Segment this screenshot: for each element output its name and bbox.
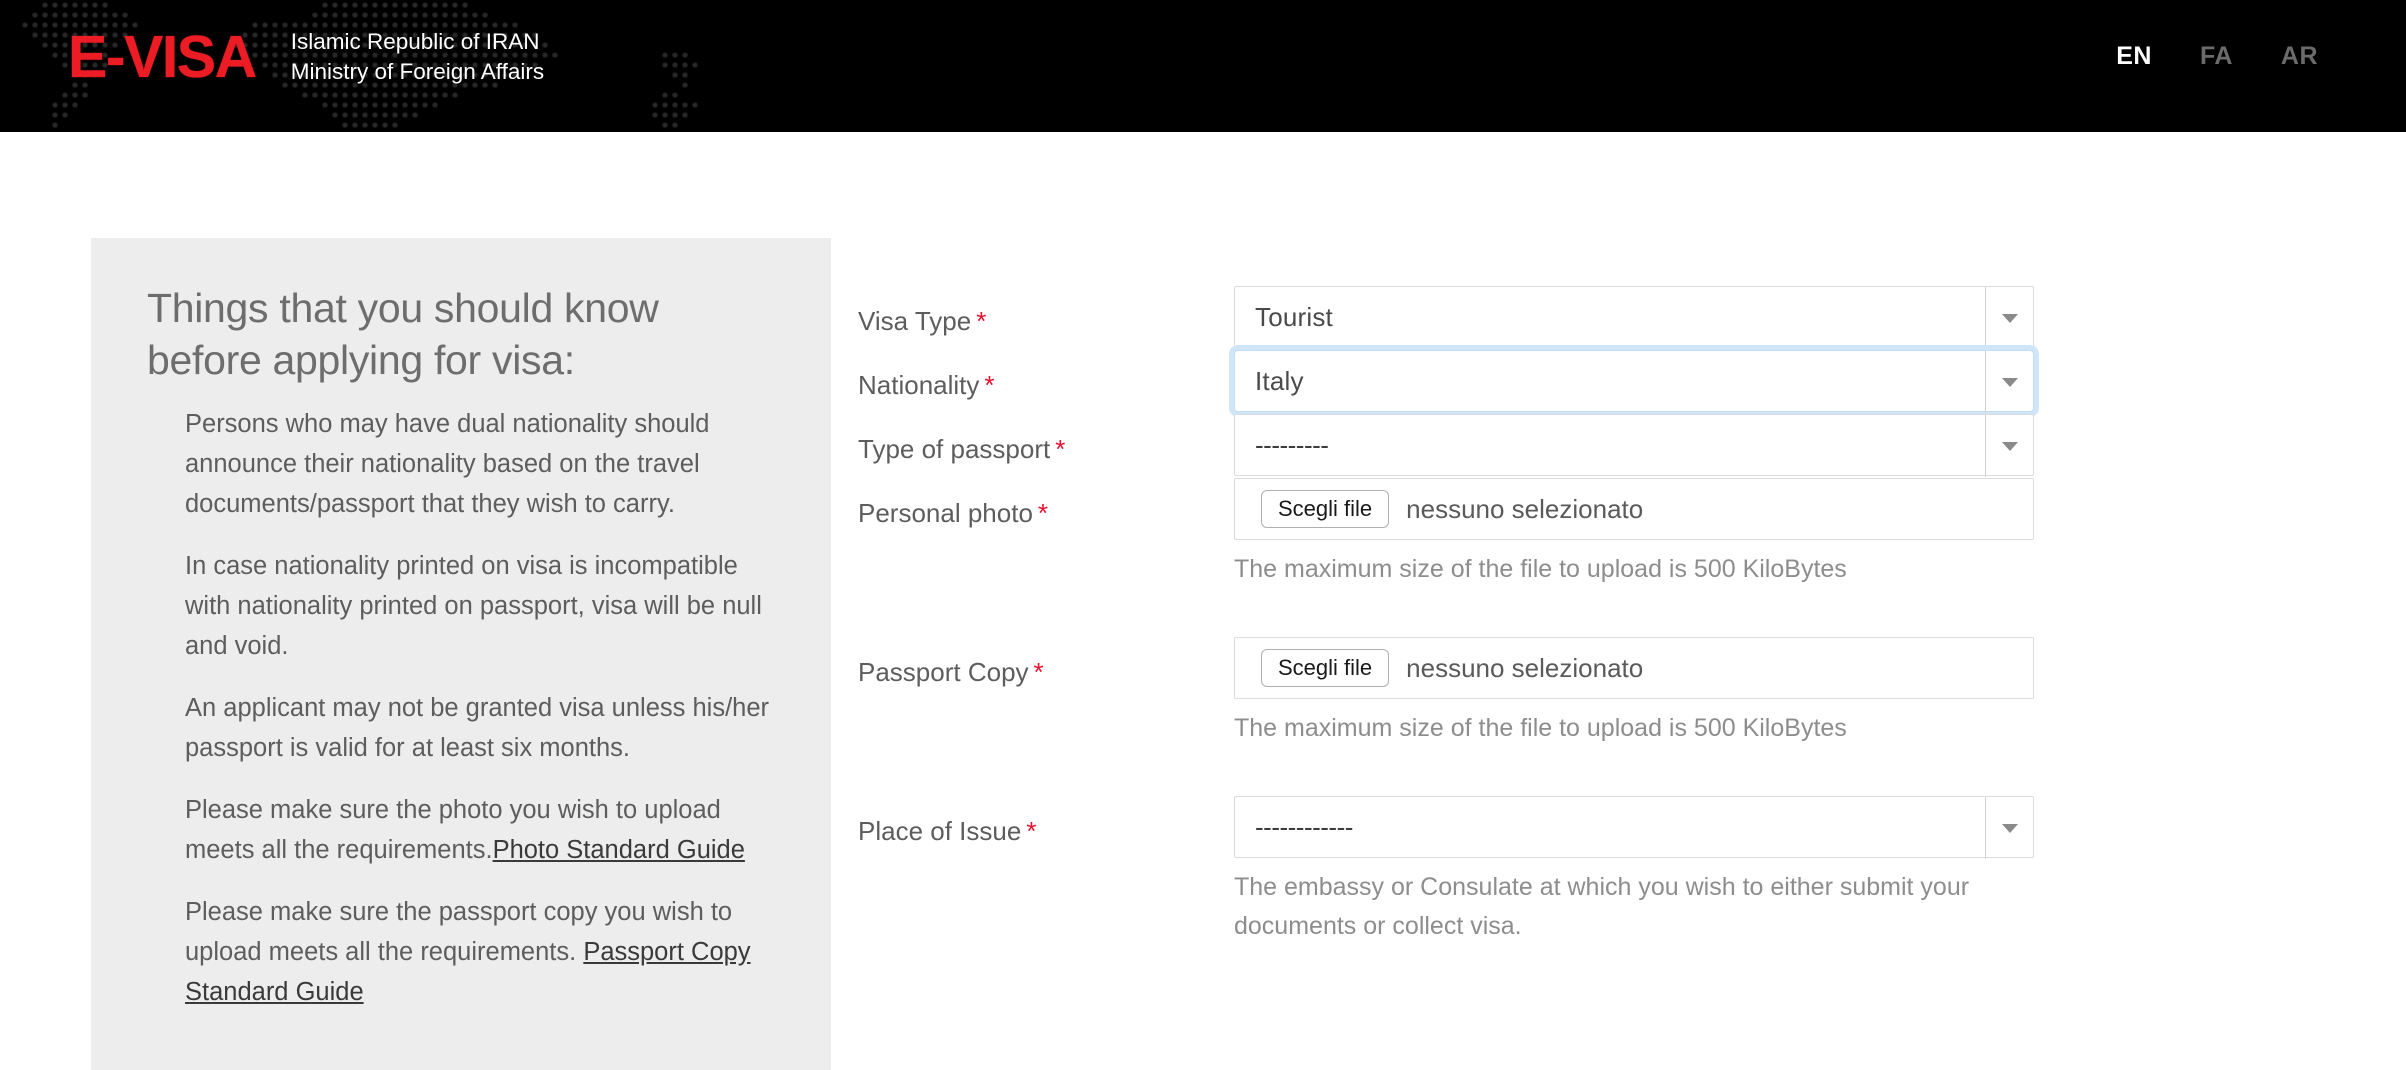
file-status-personal-photo: nessuno selezionato (1406, 494, 1644, 524)
label-visa-type: Visa Type * (858, 304, 1218, 338)
info-list-item: Persons who may have dual nationality sh… (147, 404, 775, 524)
label-type-of-passport: Type of passport * (858, 432, 1218, 466)
required-asterisk: * (976, 306, 987, 336)
select-value-nationality: Italy (1255, 366, 1304, 396)
language-link-ar[interactable]: AR (2281, 42, 2318, 71)
info-item-text: In case nationality printed on visa is i… (185, 552, 762, 660)
info-list-item: Please make sure the passport copy you w… (147, 892, 775, 1012)
file-status-passport-copy: nessuno selezionato (1406, 653, 1644, 683)
info-item-text: Persons who may have dual nationality sh… (185, 410, 710, 518)
help-text-passport-copy: The maximum size of the file to upload i… (1234, 714, 1847, 742)
label-text: Nationality (858, 370, 980, 400)
info-panel-title: Things that you should know before apply… (147, 285, 659, 383)
label-text: Place of Issue (858, 816, 1022, 846)
required-asterisk: * (1037, 498, 1049, 528)
select-value-visa-type: Tourist (1255, 302, 1333, 332)
info-panel-list: Persons who may have dual nationality sh… (147, 404, 775, 1012)
label-place-of-issue: Place of Issue * (858, 814, 1218, 848)
field-wrapper-passport-copy: Scegli file nessuno selezionato The maximu… (1234, 637, 2034, 748)
brand[interactable]: E-VISA Islamic Republic of IRAN Ministry… (68, 26, 544, 88)
choose-file-button-personal-photo[interactable]: Scegli file (1261, 490, 1390, 528)
info-list-item: In case nationality printed on visa is i… (147, 546, 775, 666)
help-text-personal-photo: The maximum size of the file to upload i… (1234, 555, 1847, 583)
field-wrapper-nationality: Italy (1234, 350, 2034, 413)
label-nationality: Nationality * (858, 368, 1218, 402)
field-wrapper-personal-photo: Scegli file nessuno selezionato The maximu… (1234, 478, 2034, 589)
chevron-down-icon[interactable] (1986, 351, 2033, 413)
required-asterisk: * (984, 370, 995, 400)
chevron-down-icon[interactable] (1986, 415, 2033, 477)
language-link-fa[interactable]: FA (2200, 42, 2233, 71)
info-item-text: An applicant may not be granted visa unl… (185, 694, 770, 762)
info-item-link[interactable]: Photo Standard Guide (493, 836, 745, 864)
ministry-titles: Islamic Republic of IRAN Ministry of For… (291, 27, 544, 87)
required-asterisk: * (1055, 434, 1066, 464)
select-visa-type[interactable]: Tourist (1234, 286, 2034, 349)
caret-glyph (2001, 823, 2018, 833)
required-asterisk: * (1026, 816, 1037, 846)
caret-glyph (2001, 441, 2018, 451)
file-input-passport-copy[interactable]: Scegli file nessuno selezionato (1234, 637, 2034, 699)
required-asterisk: * (1033, 657, 1044, 687)
select-type-of-passport[interactable]: --------- (1234, 414, 2034, 477)
language-switcher[interactable]: EN FA AR (2116, 42, 2318, 71)
chevron-down-icon[interactable] (1986, 797, 2033, 859)
label-text: Type of passport (858, 434, 1051, 464)
file-input-personal-photo[interactable]: Scegli file nessuno selezionato (1234, 478, 2034, 540)
chevron-down-icon[interactable] (1986, 287, 2033, 349)
info-list-item: An applicant may not be granted visa unl… (147, 688, 775, 768)
title-line-country: Islamic Republic of IRAN (290, 29, 540, 54)
page-body: Things that you should know before apply… (0, 132, 2406, 1070)
select-place-of-issue[interactable]: ------------ (1234, 796, 2034, 859)
evisa-logo[interactable]: E-VISA (68, 26, 257, 88)
choose-file-button-passport-copy[interactable]: Scegli file (1261, 649, 1390, 687)
label-personal-photo: Personal photo * (858, 496, 1218, 530)
label-passport-copy: Passport Copy * (858, 655, 1218, 689)
info-list-item: Please make sure the photo you wish to u… (147, 790, 775, 870)
caret-glyph (2001, 313, 2018, 323)
field-wrapper-visa-type: Tourist (1234, 286, 2034, 349)
field-wrapper-type-of-passport: --------- (1234, 414, 2034, 477)
language-link-en[interactable]: EN (2116, 42, 2152, 71)
label-text: Passport Copy (858, 657, 1029, 687)
help-text-place-of-issue: The embassy or Consulate at which you wi… (1234, 873, 1970, 940)
caret-glyph (2001, 377, 2018, 387)
label-text: Personal photo (858, 498, 1033, 528)
select-value-type-of-passport: --------- (1255, 430, 1329, 460)
info-panel: Things that you should know before apply… (91, 238, 831, 1070)
site-header: E-VISA Islamic Republic of IRAN Ministry… (0, 0, 2406, 132)
label-text: Visa Type (858, 306, 972, 336)
select-value-place-of-issue: ------------ (1255, 812, 1353, 842)
header-inner: E-VISA Islamic Republic of IRAN Ministry… (0, 0, 2406, 132)
field-wrapper-place-of-issue: ------------ The embassy or Consulate at … (1234, 796, 2034, 946)
select-nationality[interactable]: Italy (1234, 350, 2034, 413)
title-line-ministry: Ministry of Foreign Affairs (290, 59, 545, 84)
